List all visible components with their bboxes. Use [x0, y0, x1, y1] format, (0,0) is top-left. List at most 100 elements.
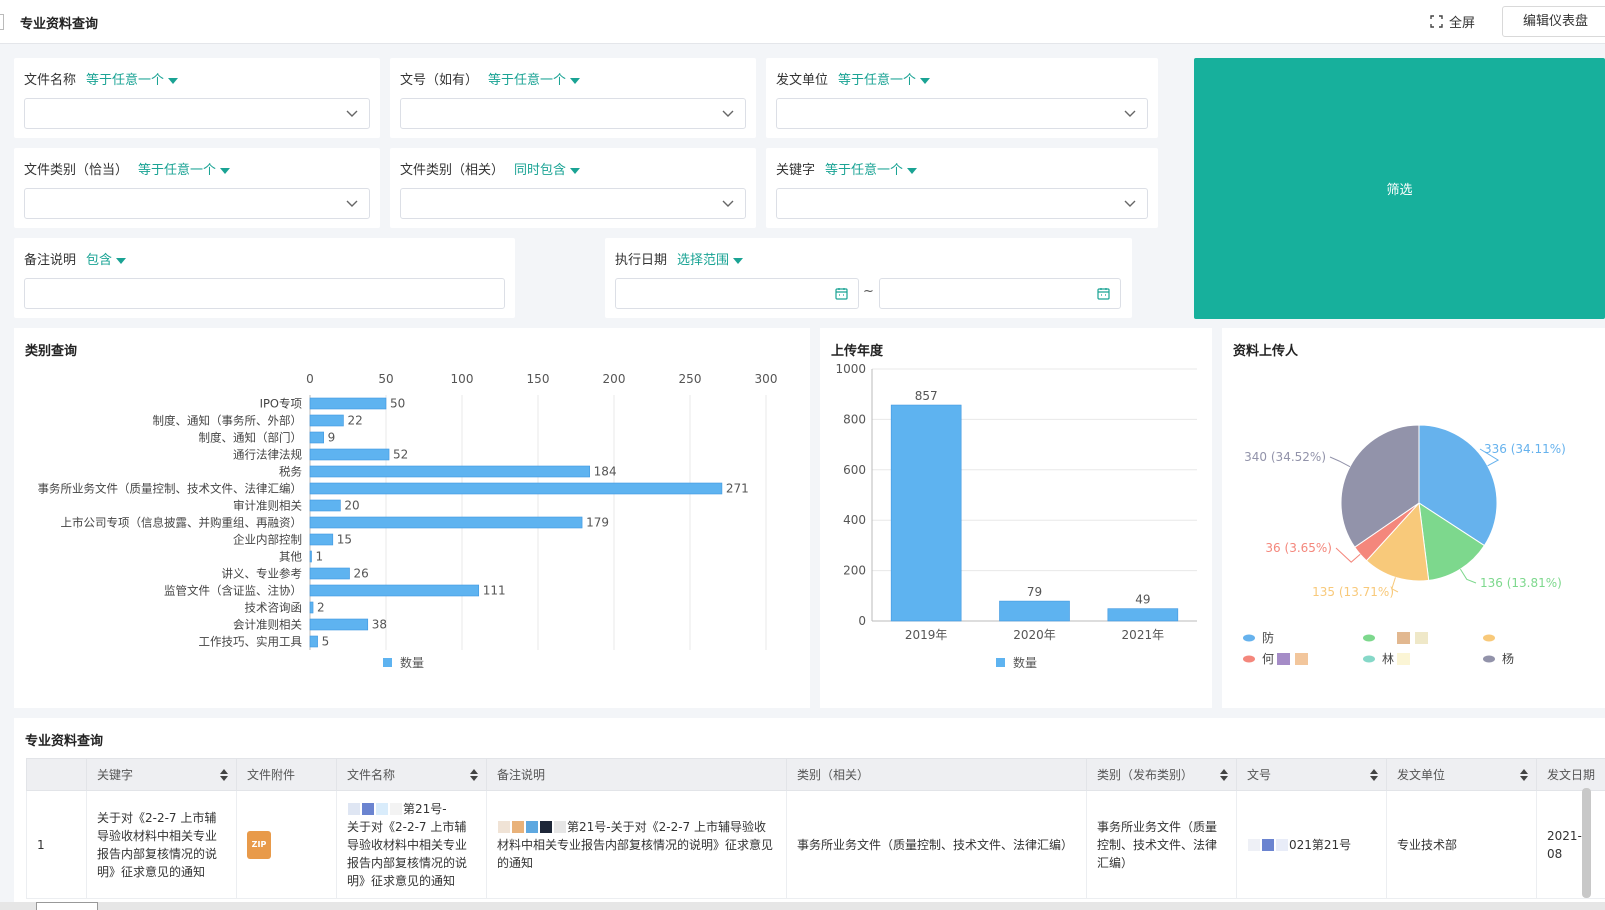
redacted-block: [512, 821, 524, 833]
x-tick-label: 100: [451, 372, 474, 386]
filter-mode-dropdown[interactable]: 等于任意一个: [138, 163, 231, 178]
edit-dashboard-button[interactable]: 编辑仪表盘: [1502, 6, 1605, 37]
bar-value-label: 5: [322, 635, 330, 649]
legend-label: 何: [1262, 652, 1274, 666]
redacted-block: [1415, 632, 1428, 644]
redacted-block: [1397, 653, 1410, 665]
bar-value-label: 20: [344, 499, 359, 513]
vertical-scrollbar[interactable]: [1582, 788, 1591, 898]
category-exact-select[interactable]: [24, 188, 370, 219]
x-tick-label: 300: [755, 372, 778, 386]
cell-issuer: 专业技术部: [1386, 790, 1537, 899]
year-bar-chart: 0 200 400 600 800 1000 857 2019年 79 2020年 49 2021年数…: [835, 362, 1197, 670]
bar-value-label: 184: [594, 465, 617, 479]
filter-mode-dropdown[interactable]: 等于任意一个: [86, 73, 179, 88]
pie-slice-label: 336 (34.11%): [1484, 442, 1566, 456]
scroll-thumb[interactable]: [36, 902, 98, 910]
chevron-down-icon: [1124, 200, 1136, 207]
filter-file-name: 文件名称 等于任意一个: [14, 58, 380, 138]
bar-value-label: 26: [354, 567, 369, 581]
data-table: 关键字 文件附件 文件名称 备注说明 类别（相关） 类别（发布类别） 文号 发文…: [26, 758, 1605, 899]
table-row[interactable]: 1 关于对《2-2-7 上市辅导验收材料中相关专业报告内部复核情况的说明》征求意…: [26, 790, 1605, 899]
x-tick-label: 2020年: [1013, 628, 1056, 642]
legend-swatch: [996, 658, 1005, 667]
column-header-category-pub[interactable]: 类别（发布类别）: [1086, 758, 1237, 791]
legend-swatch: [1243, 634, 1255, 642]
filter-mode-dropdown[interactable]: 等于任意一个: [488, 73, 581, 88]
pie-slice-label: 136 (13.81%): [1480, 576, 1562, 590]
uploader-chart-panel: 资料上传人 336 (34.11%) 136 (13.81%) 135 (13.71…: [1222, 328, 1605, 708]
doc-no-select[interactable]: [400, 98, 746, 129]
column-header-doc-no[interactable]: 文号: [1236, 758, 1387, 791]
category-label: 制度、通知（事务所、外部）: [153, 414, 303, 428]
category-label: 其他: [279, 550, 302, 564]
caret-down-icon: [920, 77, 931, 84]
chevron-down-icon: [346, 200, 358, 207]
start-date-input[interactable]: [615, 278, 859, 309]
fullscreen-button[interactable]: 全屏: [1430, 12, 1475, 31]
bar-value-label: 50: [390, 397, 405, 411]
remark-input[interactable]: [24, 278, 505, 309]
chevron-down-icon: [722, 110, 734, 117]
filter-mode-dropdown[interactable]: 等于任意一个: [825, 163, 918, 178]
category-label: 审计准则相关: [233, 499, 302, 513]
category-related-select[interactable]: [400, 188, 746, 219]
category-label: 企业内部控制: [233, 533, 302, 547]
sort-icon[interactable]: [470, 769, 478, 781]
bar-value-label: 271: [726, 482, 749, 496]
redacted-block: [1277, 653, 1290, 665]
cell-date: 2021-08: [1536, 790, 1605, 899]
remark-text-a: 第21号-关于对《2-2-7 上市辅导验收: [567, 819, 766, 834]
bar-value-label: 49: [1135, 593, 1150, 607]
sidebar-toggle-edge[interactable]: [0, 14, 4, 30]
bar: [309, 448, 390, 461]
bar: [309, 414, 344, 427]
legend-label: 数量: [1013, 655, 1037, 670]
x-tick-label: 0: [306, 372, 314, 386]
category-label: 技术咨询函: [245, 601, 303, 615]
redacted-block: [526, 821, 538, 833]
column-header-file-name[interactable]: 文件名称: [336, 758, 487, 791]
filter-category-exact: 文件类别（恰当） 等于任意一个: [14, 148, 380, 228]
filter-mode-dropdown[interactable]: 选择范围: [677, 253, 744, 268]
filter-mode-dropdown[interactable]: 等于任意一个: [838, 73, 931, 88]
cell-keyword: 关于对《2-2-7 上市辅导验收材料中相关专业报告内部复核情况的说明》征求意见的…: [86, 790, 237, 899]
filter-label: 文件名称: [24, 73, 77, 88]
filter-mode-dropdown[interactable]: 同时包含: [514, 163, 581, 178]
legend-label: 林: [1382, 652, 1394, 666]
bar-value-label: 179: [586, 516, 609, 530]
chevron-down-icon: [346, 110, 358, 117]
sort-icon[interactable]: [1520, 769, 1528, 781]
file-name-select[interactable]: [24, 98, 370, 129]
column-header-keyword[interactable]: 关键字: [86, 758, 237, 791]
filter-label: 文号（如有）: [400, 73, 479, 88]
zip-file-icon[interactable]: ZIP: [247, 830, 271, 859]
filter-button[interactable]: 筛选: [1194, 58, 1605, 319]
horizontal-scrollbar[interactable]: [0, 902, 1605, 910]
column-header-date[interactable]: 发文日期: [1536, 758, 1605, 791]
issuer-select[interactable]: [776, 98, 1148, 129]
file-name-text: 关于对《2-2-7 上市辅导验收材料中相关专业报告内部复核情况的说明》征求意见的…: [347, 819, 468, 888]
end-date-input[interactable]: [879, 278, 1121, 309]
fullscreen-icon: [1430, 15, 1443, 28]
caret-down-icon: [570, 167, 581, 174]
pie-slice-label: 135 (13.71%): [1312, 585, 1394, 599]
column-header-issuer[interactable]: 发文单位: [1386, 758, 1537, 791]
legend-label: 杨: [1502, 651, 1514, 666]
sort-icon[interactable]: [1220, 769, 1228, 781]
legend-label: 防: [1262, 630, 1274, 645]
legend-swatch: [1363, 634, 1375, 642]
filter-mode-dropdown[interactable]: 包含: [86, 253, 127, 268]
category-label: 监管文件（含证监、注协）: [164, 584, 302, 598]
redacted-block: [1276, 839, 1288, 851]
legend-label: 数量: [400, 655, 424, 670]
legend-swatch: [1483, 655, 1495, 663]
bar: [309, 567, 350, 580]
keyword-select[interactable]: [776, 188, 1148, 219]
bar-value-label: 2: [317, 601, 325, 615]
sort-icon[interactable]: [220, 769, 228, 781]
sort-icon[interactable]: [1370, 769, 1378, 781]
redacted-block: [1262, 839, 1274, 851]
category-bar-chart: 0 50 100 150 200 250 300IPO专项 50制度、通知（事务所、外部） 22…: [38, 372, 778, 670]
bar-value-label: 857: [915, 389, 938, 403]
